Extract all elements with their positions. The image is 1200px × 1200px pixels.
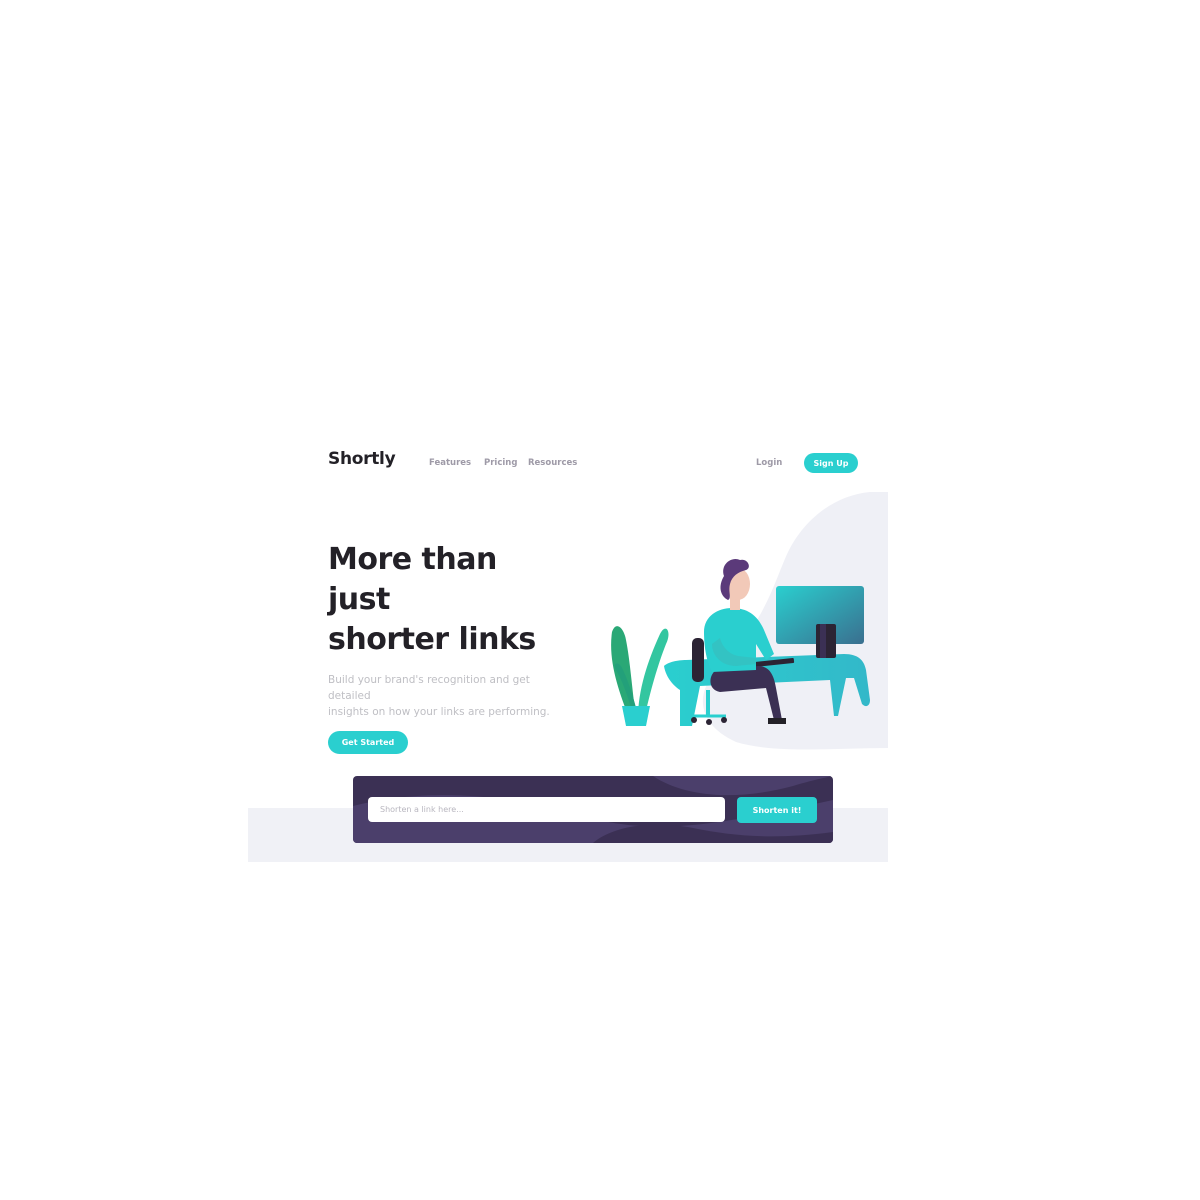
login-link[interactable]: Login — [756, 458, 782, 468]
person-working-at-desk-illustration — [611, 558, 870, 726]
hero-subtitle-line: insights on how your links are performin… — [328, 706, 550, 718]
landing-page: Shortly Features Pricing Resources Login… — [248, 440, 888, 862]
brand-logo[interactable]: Shortly — [328, 449, 396, 469]
hero-title-line: just — [328, 582, 390, 617]
signup-button[interactable]: Sign Up — [804, 453, 858, 473]
hero-title-line: shorter links — [328, 622, 536, 657]
hero-subtitle-line: detailed — [328, 690, 371, 702]
hero-title-line: More than — [328, 542, 497, 577]
hero-subtitle: Build your brand's recognition and get d… — [328, 672, 568, 720]
nav-link-pricing[interactable]: Pricing — [484, 458, 517, 468]
shorten-url-input[interactable] — [368, 797, 725, 822]
shorten-form: Shorten it! — [353, 776, 833, 843]
hero-subtitle-line: Build your brand's recognition and get — [328, 674, 530, 686]
get-started-button[interactable]: Get Started — [328, 731, 408, 754]
nav-link-resources[interactable]: Resources — [528, 458, 577, 468]
nav-link-features[interactable]: Features — [429, 458, 471, 468]
hero-title: More than just shorter links — [328, 540, 588, 660]
shorten-button[interactable]: Shorten it! — [737, 797, 817, 823]
